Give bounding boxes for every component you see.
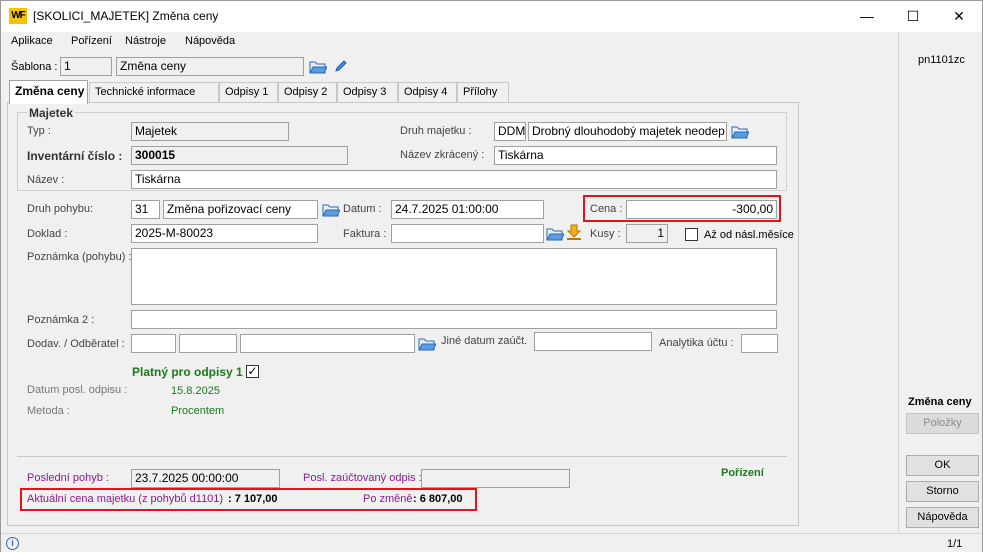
tab-odpisy-2[interactable]: Odpisy 2 bbox=[278, 82, 337, 102]
last-movement-field: 23.7.2025 00:00:00 bbox=[131, 469, 280, 488]
valid-for-depreciation-checkbox[interactable]: ✓ bbox=[246, 365, 259, 378]
short-name-label: Název zkrácený : bbox=[400, 149, 485, 161]
date-label: Datum : bbox=[343, 203, 382, 215]
document-field[interactable]: 2025-M-80023 bbox=[131, 224, 318, 243]
analytics-label: Analytika účtu : bbox=[659, 337, 734, 349]
menu-napoveda[interactable]: Nápověda bbox=[185, 35, 235, 47]
asset-group-title: Majetek bbox=[27, 106, 76, 120]
open-folder-icon[interactable] bbox=[731, 124, 749, 139]
page-indicator: 1/1 bbox=[947, 538, 963, 550]
movement-kind-name-field[interactable]: Změna pořizovací ceny bbox=[163, 200, 318, 219]
app-logo-icon: WF bbox=[9, 8, 27, 24]
after-change-label: Po změně bbox=[363, 493, 413, 505]
short-name-field[interactable]: Tiskárna bbox=[494, 146, 777, 165]
name-field[interactable]: Tiskárna bbox=[131, 170, 777, 189]
date-field[interactable]: 24.7.2025 01:00:00 bbox=[391, 200, 544, 219]
current-price-label: Aktuální cena majetku (z pohybů d1101) bbox=[27, 493, 224, 505]
document-label: Doklad : bbox=[27, 228, 68, 240]
section-divider bbox=[17, 456, 787, 457]
last-depreciation-date-value: 15.8.2025 bbox=[171, 385, 220, 397]
from-next-month-checkbox[interactable] bbox=[685, 228, 698, 241]
invoice-label: Faktura : bbox=[343, 228, 387, 240]
open-folder-icon[interactable] bbox=[418, 336, 436, 351]
invoice-field[interactable] bbox=[391, 224, 544, 243]
type-field: Majetek bbox=[131, 122, 289, 141]
note2-field[interactable] bbox=[131, 310, 777, 329]
form-code: pn1101zc bbox=[918, 54, 965, 66]
movement-kind-label: Druh pohybu: bbox=[27, 203, 94, 215]
last-posted-depreciation-label: Posl. zaúčtovaný odpis : bbox=[303, 472, 422, 484]
supplier-label: Dodav. / Odběratel : bbox=[27, 338, 125, 350]
cancel-button[interactable]: Storno bbox=[906, 481, 979, 502]
menu-porizeni[interactable]: Pořízení bbox=[71, 35, 112, 47]
other-date-label: Jiné datum zaúčt. bbox=[441, 335, 528, 347]
menu-aplikace[interactable]: Aplikace bbox=[11, 35, 53, 47]
last-movement-label: Poslední pohyb : bbox=[27, 472, 109, 484]
inventory-number-label: Inventární číslo : bbox=[27, 149, 123, 163]
menu-nastroje[interactable]: Nástroje bbox=[125, 35, 166, 47]
help-button[interactable]: Nápověda bbox=[906, 507, 979, 528]
items-button[interactable]: Položky bbox=[906, 413, 979, 434]
tab-odpisy-3[interactable]: Odpisy 3 bbox=[337, 82, 398, 102]
window-title: [SKOLICI_MAJETEK] Změna ceny bbox=[33, 9, 219, 23]
price-field[interactable]: -300,00 bbox=[626, 200, 777, 219]
asset-kind-code-field[interactable]: DDM bbox=[494, 122, 526, 141]
supplier-field-3[interactable] bbox=[240, 334, 415, 353]
status-bar: i 1/1 bbox=[1, 533, 982, 552]
info-icon[interactable]: i bbox=[6, 537, 19, 550]
note-field[interactable] bbox=[131, 248, 777, 305]
template-number-field[interactable]: 1 bbox=[60, 57, 112, 76]
title-bar: WF [SKOLICI_MAJETEK] Změna ceny — ☐ ✕ bbox=[1, 1, 982, 32]
supplier-field-1[interactable] bbox=[131, 334, 176, 353]
minimize-button[interactable]: — bbox=[844, 1, 890, 32]
method-value: Procentem bbox=[171, 405, 225, 417]
quantity-field: 1 bbox=[626, 224, 668, 243]
other-date-field[interactable] bbox=[534, 332, 652, 351]
asset-kind-name-field[interactable]: Drobný dlouhodobý majetek neodep bbox=[528, 122, 727, 141]
tab-prilohy[interactable]: Přílohy bbox=[457, 82, 509, 102]
type-label: Typ : bbox=[27, 125, 51, 137]
tab-odpisy-4[interactable]: Odpisy 4 bbox=[398, 82, 457, 102]
note-label: Poznámka (pohybu) : bbox=[27, 251, 132, 263]
last-posted-depreciation-field bbox=[421, 469, 570, 488]
dialog-window: WF [SKOLICI_MAJETEK] Změna ceny — ☐ ✕ Ap… bbox=[0, 0, 983, 552]
open-folder-icon[interactable] bbox=[322, 202, 340, 217]
supplier-field-2[interactable] bbox=[179, 334, 237, 353]
name-label: Název : bbox=[27, 174, 65, 186]
from-next-month-label: Až od násl.měsíce bbox=[704, 229, 794, 241]
download-arrow-icon[interactable] bbox=[566, 224, 582, 241]
tab-zmena-ceny[interactable]: Změna ceny bbox=[9, 80, 88, 104]
open-folder-icon[interactable] bbox=[309, 59, 327, 74]
current-price-value: : 7 107,00 bbox=[228, 493, 278, 505]
price-label: Cena : bbox=[590, 203, 623, 215]
analytics-field[interactable] bbox=[741, 334, 778, 353]
asset-kind-label: Druh majetku : bbox=[400, 125, 472, 137]
template-name-field[interactable]: Změna ceny bbox=[116, 57, 304, 76]
inventory-number-field: 300015 bbox=[131, 146, 348, 165]
menu-bar: Aplikace Pořízení Nástroje Nápověda bbox=[1, 32, 898, 52]
ok-button[interactable]: OK bbox=[906, 455, 979, 476]
movement-kind-code-field[interactable]: 31 bbox=[131, 200, 160, 219]
tab-odpisy-1[interactable]: Odpisy 1 bbox=[219, 82, 278, 102]
valid-for-depreciation-label: Platný pro odpisy 1 bbox=[132, 365, 243, 379]
note2-label: Poznámka 2 : bbox=[27, 314, 95, 326]
method-label: Metoda : bbox=[27, 405, 70, 417]
after-change-value: : 6 807,00 bbox=[413, 493, 463, 505]
open-folder-icon[interactable] bbox=[546, 226, 564, 241]
quantity-label: Kusy : bbox=[590, 228, 621, 240]
right-panel-section-title: Změna ceny bbox=[908, 396, 972, 408]
maximize-button[interactable]: ☐ bbox=[890, 1, 936, 32]
edit-pencil-icon[interactable] bbox=[334, 59, 348, 73]
panel-divider bbox=[898, 32, 899, 532]
close-button[interactable]: ✕ bbox=[936, 1, 982, 32]
template-label: Šablona : bbox=[11, 61, 58, 73]
acquisition-label: Pořízení bbox=[721, 467, 764, 479]
tab-technicke-informace[interactable]: Technické informace bbox=[89, 82, 219, 102]
last-depreciation-date-label: Datum posl. odpisu : bbox=[27, 384, 128, 396]
